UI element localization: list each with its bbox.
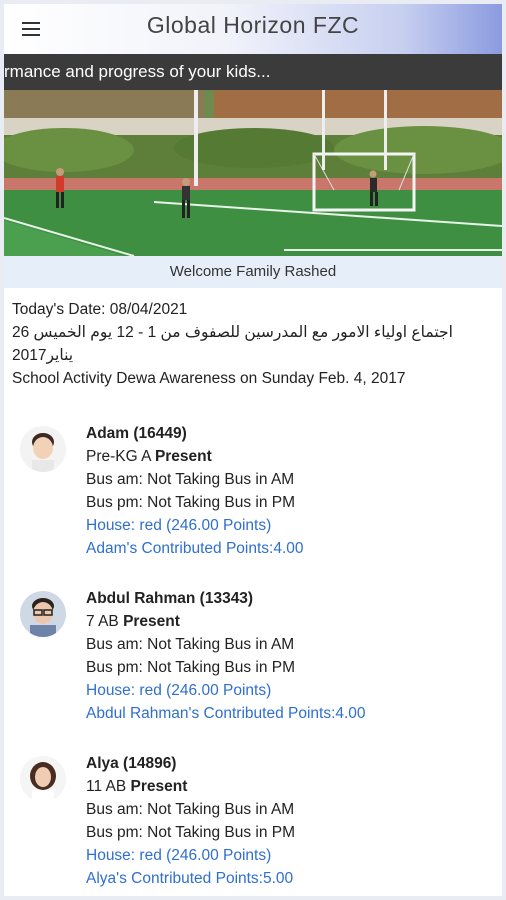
- avatar: [20, 591, 66, 637]
- contributed-points-link[interactable]: Abdul Rahman's Contributed Points:4.00: [86, 702, 366, 725]
- contributed-points-link[interactable]: Alya's Contributed Points:5.00: [86, 867, 295, 890]
- house-link[interactable]: House: red (246.00 Points): [86, 844, 295, 867]
- house-link[interactable]: House: red (246.00 Points): [86, 514, 304, 537]
- todays-date: Today's Date: 08/04/2021: [12, 301, 188, 318]
- student-name[interactable]: Abdul Rahman (13343): [86, 587, 366, 610]
- student-info: Adam (16449) Pre-KG A Present Bus am: No…: [86, 422, 304, 560]
- student-class-status: 11 AB Present: [86, 778, 188, 795]
- student-info: Abdul Rahman (13343) 7 AB Present Bus am…: [86, 587, 366, 725]
- bus-am: Bus am: Not Taking Bus in AM: [86, 636, 295, 653]
- app-screen: Global Horizon FZC rmance and progress o…: [4, 4, 502, 896]
- bus-pm: Bus pm: Not Taking Bus in PM: [86, 494, 296, 511]
- student-card: Abdul Rahman (13343) 7 AB Present Bus am…: [4, 579, 502, 744]
- students-list: Adam (16449) Pre-KG A Present Bus am: No…: [4, 414, 502, 896]
- bus-am: Bus am: Not Taking Bus in AM: [86, 801, 295, 818]
- student-card: Adam (16449) Pre-KG A Present Bus am: No…: [4, 414, 502, 579]
- avatar: [20, 756, 66, 802]
- student-info: Alya (14896) 11 AB Present Bus am: Not T…: [86, 752, 295, 890]
- ticker-text: rmance and progress of your kids...: [4, 62, 271, 81]
- student-class-status: 7 AB Present: [86, 613, 180, 630]
- student-class-status: Pre-KG A Present: [86, 448, 212, 465]
- contributed-points-link[interactable]: Adam's Contributed Points:4.00: [86, 537, 304, 560]
- welcome-banner: Welcome Family Rashed: [4, 256, 502, 288]
- notice-arabic: اجتماع اولياء الامور مع المدرسين للصفوف …: [12, 324, 453, 364]
- house-link[interactable]: House: red (246.00 Points): [86, 679, 366, 702]
- info-section: Today's Date: 08/04/2021 اجتماع اولياء ا…: [12, 298, 496, 390]
- app-bar: Global Horizon FZC: [4, 4, 502, 54]
- bus-pm: Bus pm: Not Taking Bus in PM: [86, 824, 296, 841]
- avatar: [20, 426, 66, 472]
- app-title: Global Horizon FZC: [146, 12, 360, 38]
- banner-image: [4, 90, 502, 256]
- bus-pm: Bus pm: Not Taking Bus in PM: [86, 659, 296, 676]
- student-card: Alya (14896) 11 AB Present Bus am: Not T…: [4, 744, 502, 896]
- bus-am: Bus am: Not Taking Bus in AM: [86, 471, 295, 488]
- student-name[interactable]: Adam (16449): [86, 422, 304, 445]
- notice-activity: School Activity Dewa Awareness on Sunday…: [12, 370, 406, 387]
- student-name[interactable]: Alya (14896): [86, 752, 295, 775]
- news-ticker: rmance and progress of your kids...: [4, 54, 502, 90]
